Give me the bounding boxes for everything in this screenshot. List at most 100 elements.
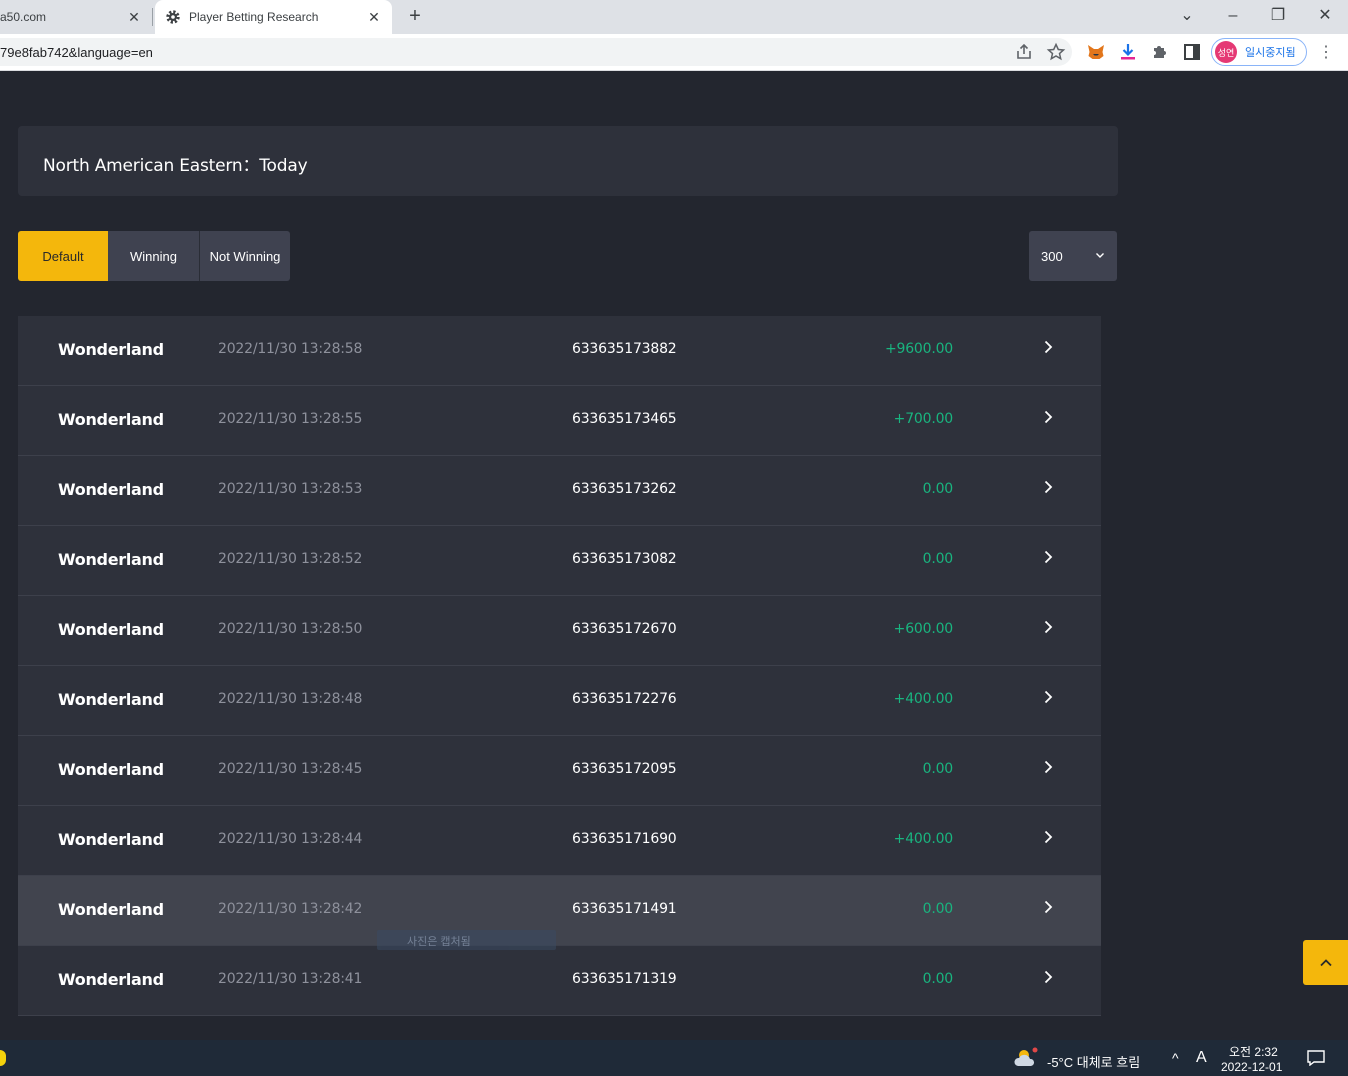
download-icon[interactable] xyxy=(1118,42,1138,62)
result-filter-group: Default Winning Not Winning xyxy=(18,231,290,281)
round-id: 633635171690 xyxy=(572,831,677,847)
table-row[interactable]: Wonderland 2022/11/30 13:28:45 63363517209… xyxy=(18,736,1101,806)
filter-not-winning-button[interactable]: Not Winning xyxy=(200,231,290,281)
bookmark-star-icon[interactable] xyxy=(1046,42,1066,62)
page-size-value: 300 xyxy=(1041,248,1063,264)
tab-divider xyxy=(152,8,153,26)
profile-button[interactable]: 성연 일시중지됨 xyxy=(1211,38,1307,66)
url-text: 79e8fab742&language=en xyxy=(0,45,153,60)
chevron-right-icon[interactable] xyxy=(1040,829,1056,845)
browser-toolbar: 79e8fab742&language=en 성연 일시중지됨 ⋮ xyxy=(0,34,1348,71)
os-taskbar: -5°C 대체로 흐림 ^ A 오전 2:32 2022-12-01 xyxy=(0,1040,1348,1076)
table-row[interactable]: Wonderland 2022/11/30 13:28:55 63363517346… xyxy=(18,386,1101,456)
close-icon[interactable]: ✕ xyxy=(366,9,382,25)
more-menu-icon[interactable]: ⋮ xyxy=(1316,42,1336,62)
filter-winning-button[interactable]: Winning xyxy=(108,231,200,281)
round-id: 633635172095 xyxy=(572,761,677,777)
chevron-right-icon[interactable] xyxy=(1040,479,1056,495)
clock-time[interactable]: 오전 2:32 xyxy=(1229,1043,1278,1060)
round-id: 633635172670 xyxy=(572,621,677,637)
capture-overlay-text: 사진은 캡처됨 xyxy=(407,936,471,948)
page-size-select[interactable]: 300 xyxy=(1029,231,1117,281)
round-id: 633635171491 xyxy=(572,901,677,917)
close-window-button[interactable]: ✕ xyxy=(1313,4,1337,28)
bet-list-rows: Wonderland 2022/11/30 13:28:58 63363517388… xyxy=(18,316,1101,1016)
chevron-down-icon xyxy=(1096,253,1104,258)
table-row[interactable]: Wonderland 2022/11/30 13:28:44 63363517169… xyxy=(18,806,1101,876)
notification-center-icon[interactable] xyxy=(1307,1050,1325,1066)
tab-search-icon[interactable]: ⌄ xyxy=(1175,4,1199,28)
browser-tabbar: a50.com ✕ Player Betting Research ✕ + ⌄ … xyxy=(0,0,1348,34)
ime-indicator[interactable]: A xyxy=(1196,1049,1207,1067)
chevron-right-icon[interactable] xyxy=(1040,409,1056,425)
win-amount: 0.00 xyxy=(922,901,954,917)
round-id: 633635173082 xyxy=(572,551,677,567)
bet-time: 2022/11/30 13:28:48 xyxy=(218,691,363,707)
table-row[interactable]: Wonderland 2022/11/30 13:28:42 63363517149… xyxy=(18,876,1101,946)
cloudy-weather-icon[interactable] xyxy=(1012,1046,1040,1070)
table-row[interactable]: Wonderland 2022/11/30 13:28:50 63363517267… xyxy=(18,596,1101,666)
bet-time: 2022/11/30 13:28:50 xyxy=(218,621,363,637)
tab-inactive[interactable]: a50.com ✕ xyxy=(0,0,152,34)
timezone-label: North American Eastern：Today xyxy=(43,156,308,176)
win-amount: 0.00 xyxy=(922,971,954,987)
bet-time: 2022/11/30 13:28:42 xyxy=(218,901,363,917)
win-amount: 0.00 xyxy=(922,481,954,497)
bet-time: 2022/11/30 13:28:45 xyxy=(218,761,363,777)
taskbar-app-icon[interactable] xyxy=(0,1050,6,1066)
win-amount: 0.00 xyxy=(922,551,954,567)
capture-overlay: 사진은 캡처됨 xyxy=(377,930,556,950)
share-icon[interactable] xyxy=(1014,42,1034,62)
tray-chevron-up-icon[interactable]: ^ xyxy=(1172,1050,1179,1066)
game-name: Wonderland xyxy=(58,830,164,849)
chevron-right-icon[interactable] xyxy=(1040,899,1056,915)
win-amount: +600.00 xyxy=(893,621,954,637)
table-row[interactable]: Wonderland 2022/11/30 13:28:53 63363517326… xyxy=(18,456,1101,526)
round-id: 633635171319 xyxy=(572,971,677,987)
game-name: Wonderland xyxy=(58,760,164,779)
game-name: Wonderland xyxy=(58,480,164,499)
win-amount: 0.00 xyxy=(922,761,954,777)
clock-date[interactable]: 2022-12-01 xyxy=(1221,1060,1282,1074)
filter-default-button[interactable]: Default xyxy=(18,231,108,281)
chevron-right-icon[interactable] xyxy=(1040,619,1056,635)
game-name: Wonderland xyxy=(58,900,164,919)
new-tab-button[interactable]: + xyxy=(404,6,426,28)
address-bar[interactable]: 79e8fab742&language=en xyxy=(0,38,1072,66)
scroll-to-top-button[interactable] xyxy=(1303,940,1348,985)
game-name: Wonderland xyxy=(58,550,164,569)
table-row[interactable]: Wonderland 2022/11/30 13:28:58 63363517388… xyxy=(18,316,1101,386)
table-row[interactable]: Wonderland 2022/11/30 13:28:41 63363517131… xyxy=(18,946,1101,1016)
chevron-right-icon[interactable] xyxy=(1040,759,1056,775)
chevron-right-icon[interactable] xyxy=(1040,689,1056,705)
minimize-button[interactable]: – xyxy=(1221,4,1245,28)
table-row[interactable]: Wonderland 2022/11/30 13:28:48 63363517227… xyxy=(18,666,1101,736)
close-icon[interactable]: ✕ xyxy=(126,9,142,25)
bet-time: 2022/11/30 13:28:52 xyxy=(218,551,363,567)
game-name: Wonderland xyxy=(58,410,164,429)
chevron-right-icon[interactable] xyxy=(1040,549,1056,565)
bet-time: 2022/11/30 13:28:41 xyxy=(218,971,363,987)
page-content: North American Eastern：Today Default Win… xyxy=(0,71,1348,1040)
extensions-puzzle-icon[interactable] xyxy=(1150,42,1170,62)
bet-list: Wonderland 2022/11/30 13:28:58 63363517388… xyxy=(18,316,1118,1040)
side-panel-icon[interactable] xyxy=(1182,42,1202,62)
game-name: Wonderland xyxy=(58,970,164,989)
bet-time: 2022/11/30 13:28:53 xyxy=(218,481,363,497)
game-name: Wonderland xyxy=(58,690,164,709)
tab-active[interactable]: Player Betting Research ✕ xyxy=(155,0,392,34)
win-amount: +9600.00 xyxy=(884,341,953,357)
game-name: Wonderland xyxy=(58,340,164,359)
metamask-fox-icon[interactable] xyxy=(1086,42,1106,62)
round-id: 633635173882 xyxy=(572,341,677,357)
gear-icon xyxy=(166,10,180,24)
table-row[interactable]: Wonderland 2022/11/30 13:28:52 63363517308… xyxy=(18,526,1101,596)
chevron-right-icon[interactable] xyxy=(1040,339,1056,355)
tab-label: Player Betting Research xyxy=(189,10,319,24)
chevron-right-icon[interactable] xyxy=(1040,969,1056,985)
bet-time: 2022/11/30 13:28:58 xyxy=(218,341,363,357)
bet-time: 2022/11/30 13:28:55 xyxy=(218,411,363,427)
timezone-card: North American Eastern：Today xyxy=(18,126,1118,196)
round-id: 633635173262 xyxy=(572,481,677,497)
restore-button[interactable]: ❐ xyxy=(1266,4,1290,28)
